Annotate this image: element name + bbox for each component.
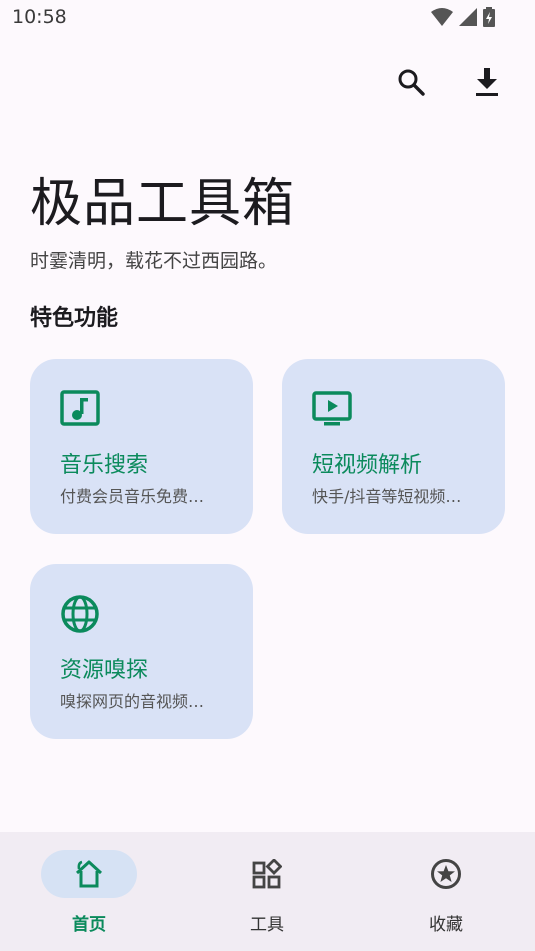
card-resource-sniff[interactable]: 资源嗅探 嗅探网页的音视频… <box>30 564 253 739</box>
status-icons <box>431 7 495 27</box>
status-bar: 10:58 <box>0 0 535 38</box>
video-play-icon <box>312 391 352 426</box>
nav-item-favorites[interactable]: 收藏 <box>357 832 535 951</box>
card-short-video-parse[interactable]: 短视频解析 快手/抖音等短视频… <box>282 359 505 534</box>
wifi-icon <box>431 8 453 26</box>
globe-icon <box>61 595 99 633</box>
signal-icon <box>459 8 477 26</box>
nav-item-tools[interactable]: 工具 <box>178 832 356 951</box>
music-note-icon <box>60 390 100 426</box>
page-title: 极品工具箱 <box>30 174 296 234</box>
search-icon[interactable] <box>395 66 427 98</box>
nav-pill <box>41 850 137 898</box>
widgets-icon <box>252 859 282 889</box>
bottom-nav: 首页 工具 收藏 <box>0 832 535 951</box>
card-title: 短视频解析 <box>312 453 423 478</box>
home-icon <box>75 860 103 888</box>
card-title: 音乐搜索 <box>60 453 149 478</box>
card-title: 资源嗅探 <box>60 658 149 683</box>
nav-pill <box>398 850 494 898</box>
battery-icon <box>483 7 495 27</box>
nav-pill <box>219 850 315 898</box>
top-actions <box>395 66 503 98</box>
nav-label: 首页 <box>72 915 106 935</box>
card-desc: 快手/抖音等短视频… <box>312 487 462 506</box>
nav-label: 收藏 <box>429 915 463 935</box>
download-icon[interactable] <box>471 66 503 98</box>
section-title: 特色功能 <box>30 306 119 331</box>
card-desc: 付费会员音乐免费… <box>60 487 205 506</box>
status-time: 10:58 <box>12 6 67 28</box>
nav-label: 工具 <box>250 915 284 935</box>
nav-item-home[interactable]: 首页 <box>0 832 178 951</box>
card-desc: 嗅探网页的音视频… <box>60 692 205 711</box>
card-music-search[interactable]: 音乐搜索 付费会员音乐免费… <box>30 359 253 534</box>
star-circle-icon <box>431 859 461 889</box>
page-subtitle: 时霎清明，载花不过西园路。 <box>30 250 278 272</box>
